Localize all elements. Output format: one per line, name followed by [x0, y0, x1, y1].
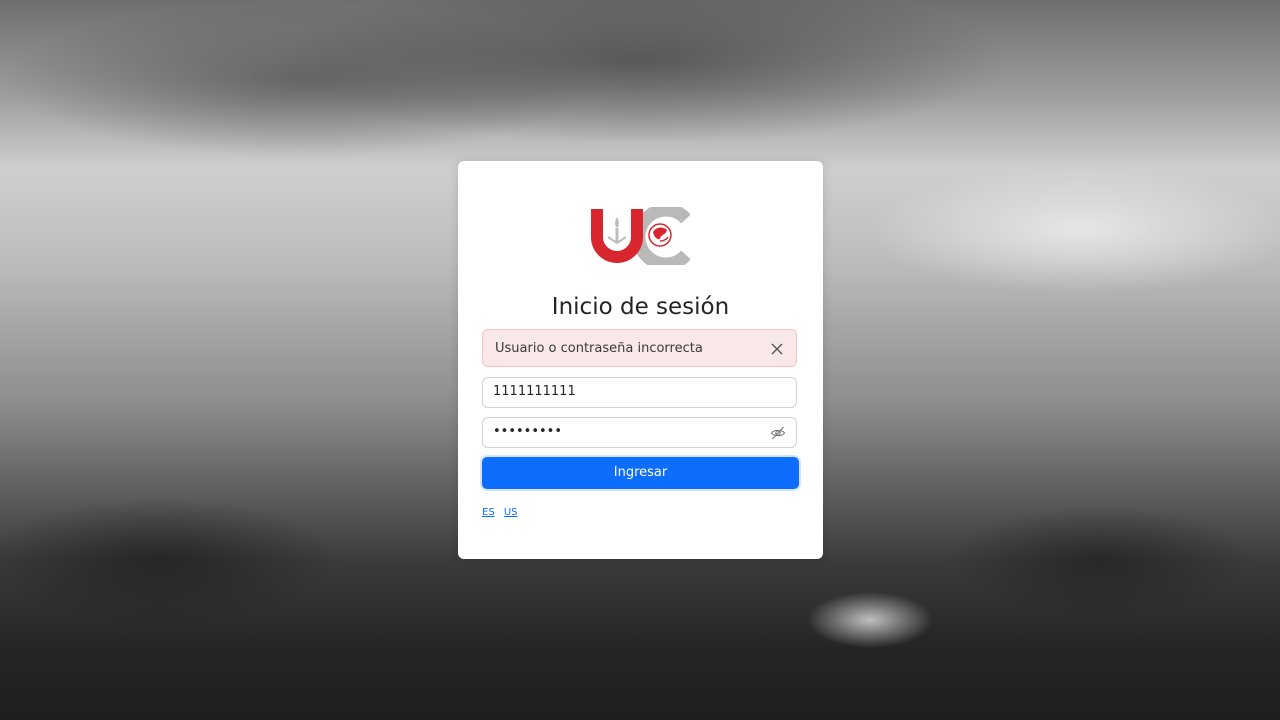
login-button[interactable]: Ingresar	[482, 457, 799, 489]
username-field[interactable]	[482, 377, 797, 408]
language-switcher: ES US	[482, 507, 524, 518]
eye-slash-icon[interactable]	[770, 425, 786, 441]
error-message: Usuario o contraseña incorrecta	[495, 341, 703, 356]
password-input[interactable]	[493, 424, 763, 439]
error-alert: Usuario o contraseña incorrecta	[482, 329, 797, 367]
password-field[interactable]	[482, 417, 797, 448]
username-input[interactable]	[493, 384, 763, 399]
language-link-us[interactable]: US	[504, 507, 518, 518]
page-title: Inicio de sesión	[551, 294, 730, 320]
login-card: Inicio de sesión Usuario o contraseña in…	[458, 161, 823, 559]
language-link-es[interactable]: ES	[482, 507, 495, 518]
university-logo	[591, 207, 690, 265]
close-icon[interactable]	[770, 342, 784, 356]
